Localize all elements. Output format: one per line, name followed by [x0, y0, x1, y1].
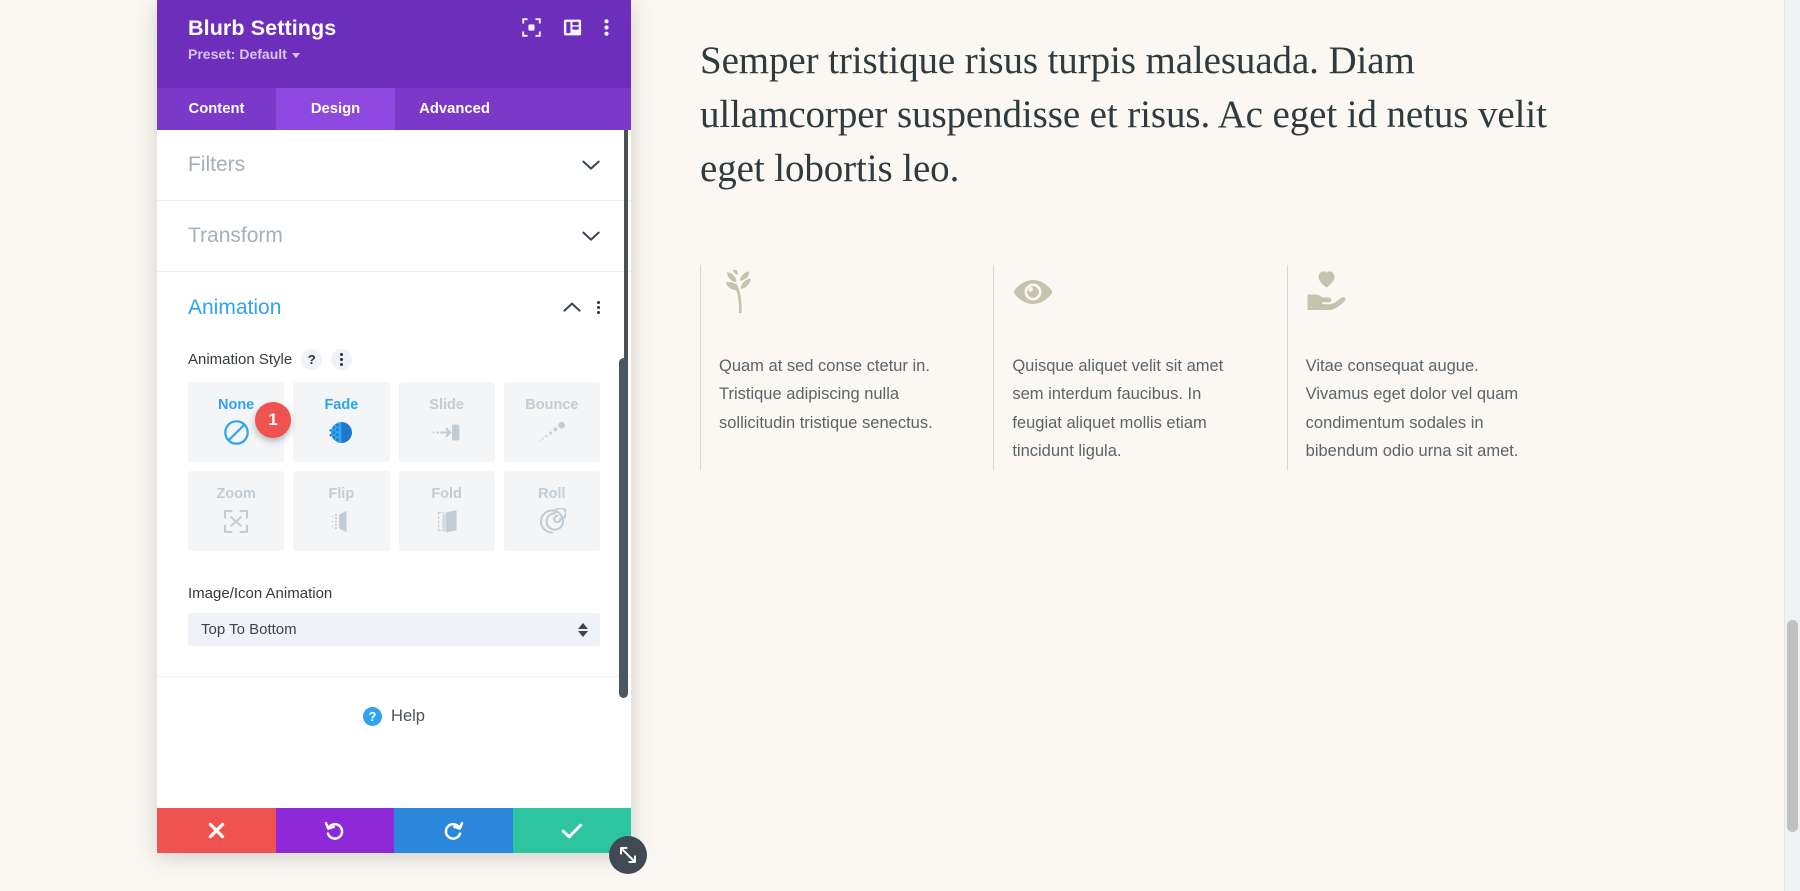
accordion-animation-header[interactable]: Animation [157, 272, 631, 343]
layout-panel-icon[interactable] [563, 18, 582, 37]
modal-body: Filters Transform Animation Animation St… [157, 130, 631, 808]
animation-section-content: Animation Style ? None Fade Slide Bounce… [157, 343, 631, 676]
animation-style-fold-label: Fold [431, 485, 462, 502]
help-link[interactable]: ? Help [157, 707, 631, 726]
animation-style-slide[interactable]: Slide [398, 382, 495, 462]
image-icon-animation-label: Image/Icon Animation [188, 585, 333, 602]
accordion-animation-controls [563, 301, 600, 314]
caret-down-icon [578, 630, 588, 637]
caret-up-icon [578, 622, 588, 629]
blurb-module-1[interactable]: Quam at sed conse ctetur in. Tristique a… [700, 265, 993, 470]
fold-page-icon [432, 507, 462, 537]
roll-spiral-icon [538, 507, 566, 537]
animation-style-zoom-label: Zoom [216, 485, 256, 502]
help-circle-icon: ? [363, 707, 383, 726]
dots-vertical-icon [340, 353, 344, 366]
animation-style-fade[interactable]: Fade [293, 382, 390, 462]
cancel-button[interactable] [157, 808, 276, 853]
animation-style-fold[interactable]: Fold [398, 471, 495, 551]
image-icon-animation-value: Top To Bottom [201, 621, 297, 638]
modal-resize-handle[interactable] [609, 836, 647, 874]
help-glyph: ? [368, 709, 377, 724]
modal-header: Blurb Settings Preset: Default [157, 0, 631, 88]
animation-style-slide-label: Slide [429, 396, 464, 413]
animation-style-zoom[interactable]: Zoom [188, 471, 285, 551]
zoom-expand-icon [222, 507, 250, 537]
animation-style-none-label: None [218, 396, 255, 413]
animation-style-roll-label: Roll [538, 485, 566, 502]
image-icon-animation-select[interactable]: Top To Bottom [188, 613, 600, 646]
no-entry-icon [223, 418, 250, 448]
animation-style-bounce-label: Bounce [525, 396, 579, 413]
blurb-module-2[interactable]: Quisque aliquet velit sit amet sem inter… [993, 265, 1286, 470]
animation-style-bounce[interactable]: Bounce [503, 382, 600, 462]
chevron-down-icon [582, 160, 600, 171]
page-title: Semper tristique risus turpis malesuada.… [700, 39, 1547, 190]
accordion-filters-label: Filters [188, 153, 246, 176]
help-label: Help [391, 707, 425, 725]
accordion-animation: Animation Animation Style ? None Fade Sl… [157, 272, 631, 677]
browser-scrollbar-track[interactable] [1784, 0, 1800, 891]
select-stepper-icon [578, 613, 588, 646]
modal-footer-actions [157, 808, 631, 853]
more-options-icon[interactable] [604, 18, 609, 37]
page-content-wrapper: Semper tristique risus turpis malesuada.… [700, 34, 1550, 195]
animation-style-fade-label: Fade [324, 396, 359, 413]
undo-button[interactable] [275, 808, 394, 853]
blurb-settings-modal: Blurb Settings Preset: Default Content D… [157, 0, 631, 853]
accordion-filters[interactable]: Filters [157, 130, 631, 201]
animation-style-field-header: Animation Style ? [188, 349, 600, 370]
browser-scrollbar-thumb[interactable] [1787, 620, 1798, 832]
help-question-icon[interactable]: ? [301, 349, 323, 370]
animation-section-options-icon[interactable] [597, 301, 600, 314]
chevron-up-icon[interactable] [563, 302, 581, 313]
hand-holding-heart-icon [1306, 270, 1580, 316]
flip-card-icon [328, 507, 354, 537]
blurb-row: Quam at sed conse ctetur in. Tristique a… [700, 265, 1580, 470]
blurb-text-1: Quam at sed conse ctetur in. Tristique a… [719, 357, 933, 432]
preset-selector[interactable]: Preset: Default [188, 46, 609, 62]
accordion-transform[interactable]: Transform [157, 201, 631, 272]
image-icon-animation-field: Image/Icon Animation Top To Bottom [188, 585, 600, 676]
redo-arrow-icon [443, 820, 464, 841]
tab-content[interactable]: Content [157, 88, 276, 130]
help-question-glyph: ? [307, 352, 316, 367]
step-marker-badge: 1 [255, 402, 291, 438]
tab-design[interactable]: Design [276, 88, 395, 130]
slide-arrow-icon [431, 418, 462, 448]
resize-diagonal-icon [618, 845, 638, 865]
redo-button[interactable] [394, 808, 513, 853]
chevron-down-icon [582, 231, 600, 242]
animation-style-grid: None Fade Slide Bounce Zoom Flip Fold Ro… [188, 382, 600, 551]
accordion-transform-label: Transform [188, 224, 283, 247]
panel-scrollbar-thumb[interactable] [619, 358, 628, 698]
modal-tabs: Content Design Advanced [157, 88, 631, 130]
animation-style-options-icon[interactable] [331, 349, 353, 370]
animation-style-flip-label: Flip [328, 485, 355, 502]
close-x-icon [207, 821, 226, 840]
blurb-text-3: Vitae consequat augue. Vivamus eget dolo… [1305, 357, 1519, 461]
modal-header-actions [522, 18, 609, 37]
focus-target-icon[interactable] [522, 18, 541, 37]
preset-label: Preset: Default [188, 46, 287, 62]
caret-down-icon [291, 52, 300, 58]
blurb-text-2: Quisque aliquet velit sit amet sem inter… [1012, 357, 1224, 461]
animation-style-label: Animation Style [188, 351, 293, 368]
leaf-branch-icon [719, 270, 993, 316]
accordion-animation-label: Animation [188, 295, 282, 319]
tab-advanced[interactable]: Advanced [395, 88, 514, 130]
bounce-dots-icon [536, 418, 567, 448]
eye-icon [1012, 270, 1286, 316]
undo-arrow-icon [324, 820, 345, 841]
animation-style-roll[interactable]: Roll [503, 471, 600, 551]
animation-style-flip[interactable]: Flip [293, 471, 390, 551]
fade-dots-icon [327, 418, 356, 448]
checkmark-icon [561, 822, 583, 840]
blurb-module-3[interactable]: Vitae consequat augue. Vivamus eget dolo… [1286, 265, 1580, 470]
